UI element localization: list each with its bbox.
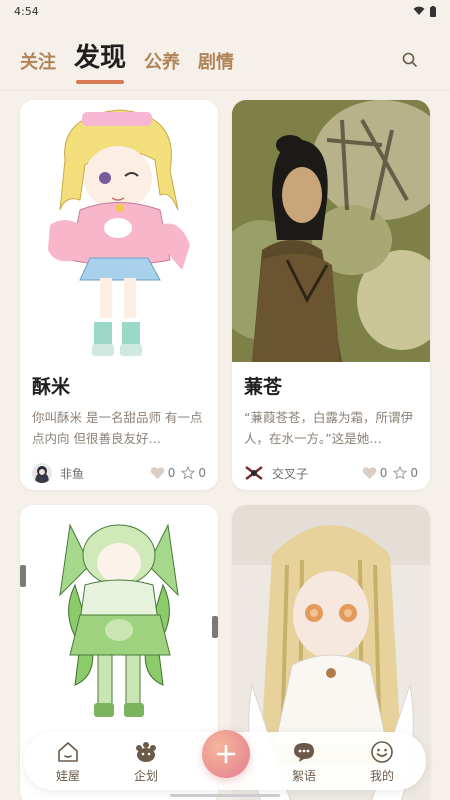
nav-label: 絮语 xyxy=(291,769,316,783)
tab-discover[interactable]: 发现 xyxy=(74,37,126,86)
like-count: 0 xyxy=(167,466,176,480)
wifi-icon xyxy=(413,6,425,15)
character-artwork xyxy=(20,100,218,362)
card-title: 蒹苍 xyxy=(244,376,283,398)
avatar[interactable] xyxy=(32,463,52,483)
author-name[interactable]: 交叉子 xyxy=(272,465,356,482)
nav-item-mine[interactable]: 我的 xyxy=(352,740,412,784)
pawprint-icon xyxy=(136,742,156,762)
character-card[interactable]: 蒹苍 “蒹葭苍苍，白露为霜，所谓伊人，在水一方。”这是她… 交叉子 0 0 xyxy=(232,100,430,490)
chat-icon xyxy=(294,743,314,762)
home-indicator xyxy=(170,794,280,797)
like-stat[interactable]: 0 xyxy=(150,466,176,480)
character-card[interactable]: 酥米 你叫酥米 是一名甜品师 有一点点内向 但很善良友好… 非鱼 0 0 xyxy=(20,100,218,490)
search-icon[interactable] xyxy=(400,50,420,70)
tab-following[interactable]: 关注 xyxy=(20,48,56,86)
status-bar: 4:54 xyxy=(0,0,450,22)
favorite-count: 0 xyxy=(410,466,418,480)
nav-label: 企划 xyxy=(133,769,158,783)
bottom-navigation: 娃屋 企划 絮语 我的 xyxy=(24,730,426,790)
favorite-stat[interactable]: 0 xyxy=(181,466,206,480)
author-name[interactable]: 非鱼 xyxy=(60,465,144,482)
card-meta: 交叉子 0 0 xyxy=(244,463,418,483)
nav-item-doll-house[interactable]: 娃屋 xyxy=(38,740,98,784)
top-tabs: 关注 发现 公养 剧情 xyxy=(20,36,234,86)
avatar[interactable] xyxy=(244,463,264,483)
house-icon xyxy=(58,742,78,762)
nav-item-project[interactable]: 企划 xyxy=(116,740,176,784)
tab-public-care[interactable]: 公养 xyxy=(144,48,180,86)
card-description: “蒹葭苍苍，白露为霜，所谓伊人，在水一方。”这是她… xyxy=(244,410,413,446)
heart-icon xyxy=(362,467,377,479)
create-button[interactable] xyxy=(202,730,250,778)
like-count: 0 xyxy=(379,466,388,480)
card-meta: 非鱼 0 0 xyxy=(32,463,206,483)
scroll-handle[interactable] xyxy=(20,565,26,587)
heart-icon xyxy=(150,467,165,479)
favorite-count: 0 xyxy=(198,466,206,480)
card-title: 酥米 xyxy=(32,376,71,398)
character-artwork xyxy=(232,100,430,362)
card-description: 你叫酥米 是一名甜品师 有一点点内向 但很善良友好… xyxy=(32,410,203,446)
status-time: 4:54 xyxy=(14,4,39,18)
nav-label: 娃屋 xyxy=(55,769,80,783)
favorite-stat[interactable]: 0 xyxy=(393,466,418,480)
battery-icon xyxy=(430,5,436,17)
nav-label: 我的 xyxy=(369,769,394,783)
star-icon xyxy=(393,466,408,480)
header-divider xyxy=(0,90,450,91)
scroll-handle[interactable] xyxy=(212,616,218,638)
like-stat[interactable]: 0 xyxy=(362,466,388,480)
status-icons xyxy=(413,5,436,17)
tab-story[interactable]: 剧情 xyxy=(198,48,234,86)
smile-icon xyxy=(371,741,393,763)
nav-item-whispers[interactable]: 絮语 xyxy=(274,740,334,784)
plus-icon xyxy=(216,744,236,764)
star-icon xyxy=(181,466,196,480)
